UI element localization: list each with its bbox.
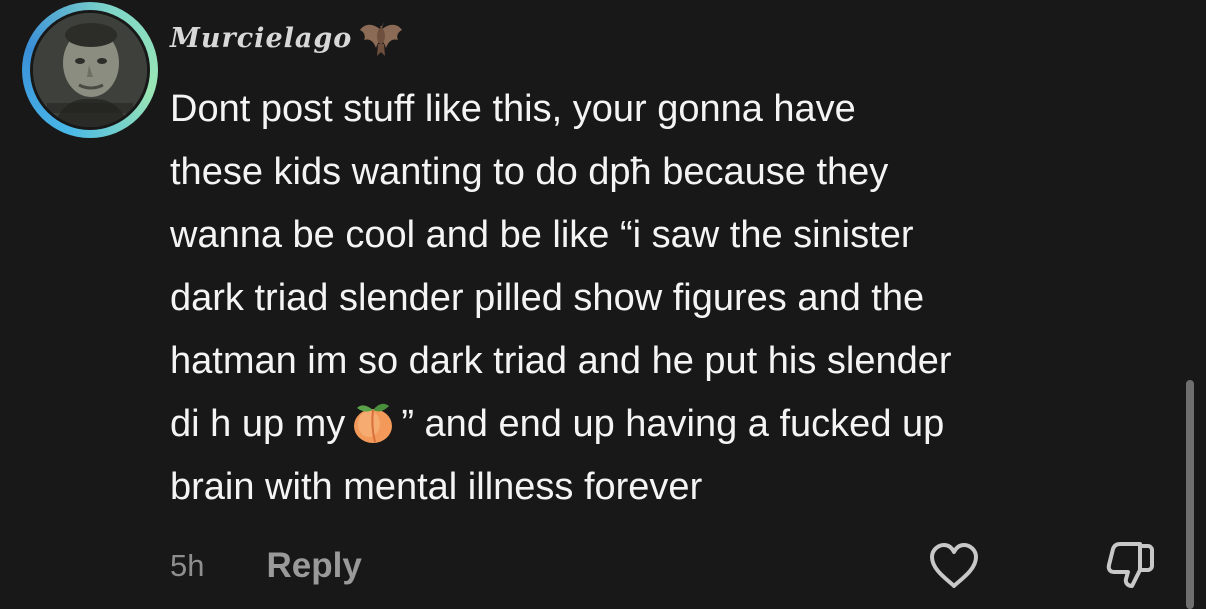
- username[interactable]: Murcielago: [170, 23, 352, 54]
- comment-body: Dont post stuff like this, your gonna ha…: [170, 78, 1170, 519]
- username-row: Murcielago: [170, 18, 404, 58]
- scrollbar[interactable]: [1186, 380, 1194, 609]
- like-button[interactable]: [928, 542, 980, 590]
- thumbs-down-icon: [1106, 542, 1154, 588]
- dislike-button[interactable]: [1104, 540, 1156, 590]
- reply-button[interactable]: Reply: [266, 546, 361, 586]
- bat-icon: [358, 18, 404, 58]
- timestamp: 5h: [170, 548, 205, 583]
- comment-text-part-1: Dont post stuff like this, your gonna ha…: [170, 88, 952, 445]
- avatar[interactable]: [22, 2, 158, 138]
- avatar-image: [33, 13, 147, 127]
- comment-meta: 5h Reply: [170, 546, 362, 586]
- peach-icon: [349, 400, 397, 444]
- avatar-border: [30, 10, 150, 130]
- comment: Murcielago Dont post stuff like this, yo…: [0, 0, 1206, 609]
- heart-icon: [930, 543, 978, 588]
